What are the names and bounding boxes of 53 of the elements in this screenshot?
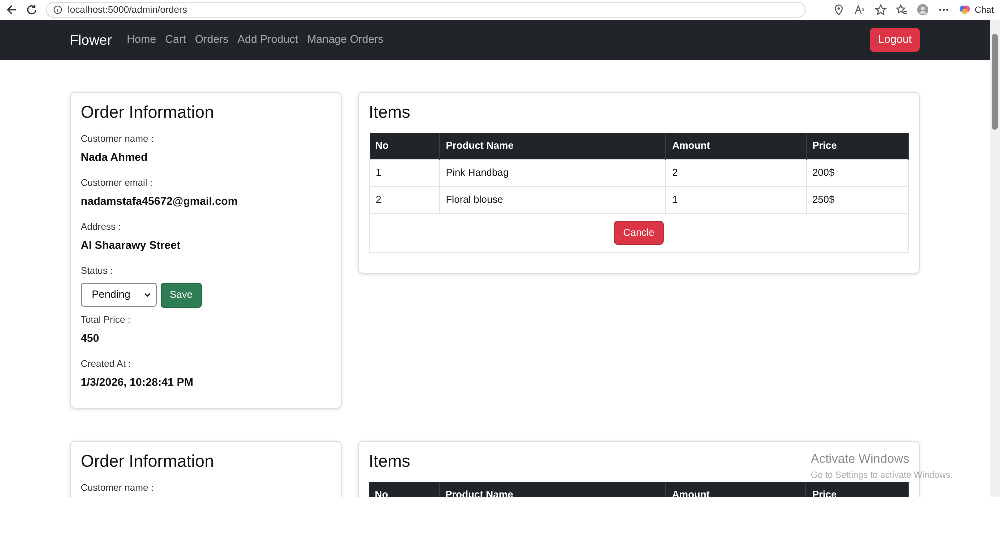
field-label: Total Price : (81, 314, 132, 328)
field-label: Customer name : (81, 133, 155, 147)
table-cell: 1 (370, 160, 440, 186)
card-title: Order Information (81, 452, 214, 472)
chat-button[interactable]: Chat (958, 4, 994, 16)
logout-button[interactable]: Logout (870, 28, 920, 52)
card-title: Order Information (81, 103, 214, 123)
read-aloud-icon[interactable] (854, 4, 866, 16)
save-button[interactable]: Save (161, 283, 202, 308)
refresh-icon[interactable] (26, 4, 38, 16)
field-value: Al Shaarawy Street (81, 239, 182, 253)
status-select[interactable]: Pending (81, 283, 157, 307)
field-label: Created At : (81, 358, 132, 372)
field-value: Nada Ahmed (81, 151, 149, 165)
table-cell: 200$ (806, 160, 908, 186)
info-icon[interactable] (53, 5, 63, 15)
nav-link[interactable]: Cart (165, 34, 186, 46)
favorites-icon[interactable] (896, 4, 908, 16)
table-cell: Pink Handbag (440, 160, 666, 186)
address-bar[interactable]: localhost:5000/admin/orders (46, 2, 806, 18)
location-pin-icon[interactable] (832, 4, 845, 16)
table-cell: 2 (666, 160, 806, 186)
nav-link[interactable]: Manage Orders (307, 34, 384, 46)
card-title: Items (369, 103, 411, 123)
field-label: Customer name : (81, 482, 155, 496)
column-header: Amount (666, 133, 806, 160)
brand-link[interactable]: Flower (70, 32, 112, 48)
nav-link[interactable]: Add Product (238, 34, 298, 46)
chevron-down-icon (144, 292, 151, 298)
nav-link[interactable]: Home (127, 34, 156, 46)
field-label: Customer email : (81, 177, 154, 191)
card-title: Items (369, 452, 411, 472)
back-icon[interactable] (6, 4, 18, 16)
table-cell: 250$ (806, 186, 908, 214)
swirl-logo-icon (958, 4, 971, 16)
column-header: Product Name (440, 133, 666, 160)
profile-icon[interactable] (916, 4, 929, 16)
table-cell: 2 (370, 186, 440, 214)
activation-notice-text: Go to Settings to activate Windows. (811, 470, 954, 480)
field-label: Address : (81, 221, 122, 235)
url-text: localhost:5000/admin/orders (68, 4, 188, 16)
field-label: Status : (81, 265, 114, 279)
field-value: 450 (81, 332, 100, 346)
star-icon[interactable] (874, 4, 887, 16)
cancel-button[interactable]: Cancle (614, 221, 664, 245)
activation-notice-title: Activate Windows (811, 452, 911, 466)
column-header: No (370, 133, 440, 160)
field-value: nadamstafa45672@gmail.com (81, 195, 239, 209)
column-header: Price (806, 133, 908, 160)
field-value: 1/3/2026, 10:28:41 PM (81, 376, 195, 390)
table-cell: Floral blouse (440, 186, 666, 214)
nav-link[interactable]: Orders (195, 34, 229, 46)
table-cell: 1 (666, 186, 806, 214)
